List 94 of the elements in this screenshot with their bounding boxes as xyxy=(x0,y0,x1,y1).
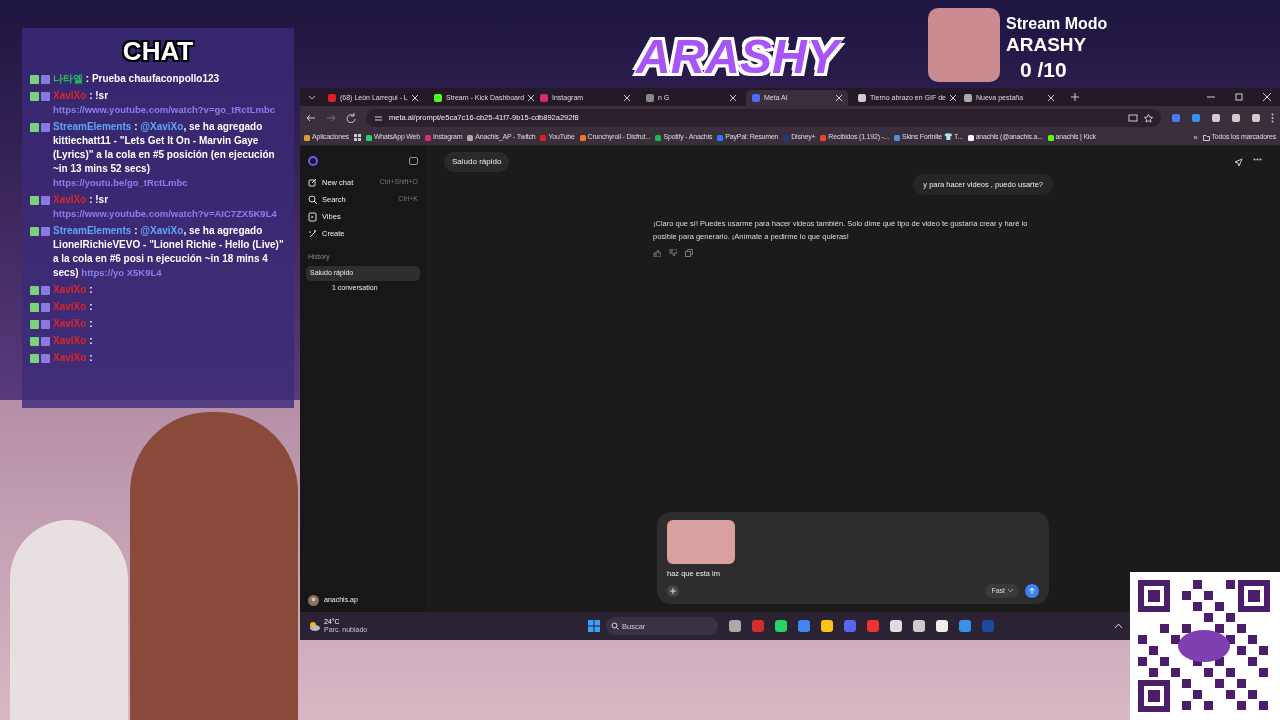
apps-grid-icon[interactable] xyxy=(353,134,361,141)
goal-counter: 0 /10 xyxy=(1019,57,1068,83)
badge-icon xyxy=(30,286,50,295)
new-tab-icon[interactable] xyxy=(1070,92,1080,102)
copy-icon[interactable] xyxy=(685,249,693,258)
stream-mode-label: Stream Modo xyxy=(1006,14,1108,34)
site-icon xyxy=(646,94,654,102)
close-icon[interactable] xyxy=(730,95,736,101)
badge-icon xyxy=(30,320,50,329)
restore-icon[interactable] xyxy=(1234,92,1244,102)
badge-icon xyxy=(30,196,50,205)
close-icon[interactable] xyxy=(624,95,630,101)
site-icon xyxy=(365,134,372,141)
chevron-up-icon[interactable] xyxy=(1115,624,1122,628)
thumbs-down-icon[interactable] xyxy=(669,249,677,258)
site-icon xyxy=(1047,134,1054,141)
chat-message: XaviXo : xyxy=(53,283,94,297)
back-icon[interactable] xyxy=(306,113,316,123)
chat-title: CHAT xyxy=(121,35,195,68)
close-icon[interactable] xyxy=(950,95,956,101)
site-icon xyxy=(858,94,866,102)
site-icon xyxy=(328,94,336,102)
badge-icon xyxy=(30,75,50,84)
add-icon[interactable] xyxy=(667,584,679,597)
star-icon[interactable] xyxy=(1144,113,1153,123)
more-icon[interactable] xyxy=(1271,113,1274,123)
site-icon xyxy=(434,94,442,102)
more-icon[interactable] xyxy=(1253,157,1262,161)
app-icon[interactable] xyxy=(936,620,948,632)
avatar-icon[interactable] xyxy=(308,595,319,606)
weather-icon[interactable] xyxy=(308,621,320,631)
image-placeholder xyxy=(667,520,735,565)
start-icon[interactable] xyxy=(588,620,600,632)
close-icon[interactable] xyxy=(528,95,535,101)
site-icon xyxy=(752,94,760,102)
site-icon xyxy=(893,134,900,141)
sparkle-wand-icon xyxy=(308,228,317,239)
more-bookmarks-button[interactable]: » xyxy=(1193,131,1198,144)
close-icon[interactable] xyxy=(1262,92,1272,102)
site-settings-icon[interactable] xyxy=(374,113,383,123)
site-icon xyxy=(783,134,790,141)
close-icon[interactable] xyxy=(1048,95,1054,101)
chevron-down-icon xyxy=(1008,589,1013,593)
chat-message: XaviXo : xyxy=(53,351,94,365)
badge-icon xyxy=(30,354,50,363)
chat-link[interactable]: https://www.youtube.com/watch?v=go_tRctLmbc xyxy=(53,104,276,115)
new-chat-icon xyxy=(308,177,317,188)
site-icon xyxy=(967,134,974,141)
folder-icon xyxy=(1202,134,1210,141)
close-icon[interactable] xyxy=(412,95,418,101)
chat-message: XaviXo : xyxy=(53,300,94,314)
chat-message: XaviXo : !sr https://www.youtube.com/watch?v=go_tRctLmbc xyxy=(53,89,277,117)
meta-ai-logo-icon[interactable] xyxy=(308,156,318,166)
badge-icon xyxy=(30,337,50,346)
site-icon xyxy=(579,134,586,141)
close-icon[interactable] xyxy=(836,95,842,101)
chat-link[interactable]: https://www.youtube.com/watch?v=AIC7ZX5K9L4 xyxy=(53,208,277,219)
badge-icon xyxy=(30,123,50,132)
search-icon xyxy=(611,622,619,630)
stream-mode-name: ARASHY xyxy=(1006,34,1088,56)
reload-icon[interactable] xyxy=(346,113,356,123)
app-icon[interactable] xyxy=(959,620,971,632)
site-icon xyxy=(304,134,310,141)
chat-message: StreamElements : @XaviXo, se ha agregado LionelRichieVEVO - "Lionel Richie - Hello (Live)" a la cola en #6 posi n ejecución ~in 18 mins 4 secs) https://yo X5K9L4 xyxy=(53,224,285,280)
forward-icon[interactable] xyxy=(326,113,336,123)
send-icon[interactable] xyxy=(1025,583,1039,598)
sidebar-toggle-icon[interactable] xyxy=(409,157,418,165)
site-icon xyxy=(964,94,972,102)
badge-icon xyxy=(30,303,50,312)
conversation-title[interactable]: Saludo rápido xyxy=(444,152,510,172)
app-icon[interactable] xyxy=(729,620,741,632)
app-icon[interactable] xyxy=(890,620,902,632)
chat-link[interactable]: https://yo X5K9L4 xyxy=(81,267,162,278)
site-icon xyxy=(717,134,724,141)
chat-message: XaviXo : xyxy=(53,317,94,331)
site-icon xyxy=(540,134,547,141)
share-icon[interactable] xyxy=(1234,157,1243,167)
cast-icon[interactable] xyxy=(1128,113,1138,123)
play-icon xyxy=(308,211,317,222)
chat-message: XaviXo : xyxy=(53,334,94,348)
site-icon xyxy=(655,134,662,141)
site-icon xyxy=(540,94,548,102)
badge-icon xyxy=(30,92,50,101)
app-icon[interactable] xyxy=(775,620,787,632)
site-icon xyxy=(820,134,827,141)
app-icon[interactable] xyxy=(821,620,833,632)
site-icon xyxy=(425,134,431,141)
badge-icon xyxy=(30,227,50,236)
app-icon[interactable] xyxy=(913,620,925,632)
site-icon xyxy=(467,134,474,141)
search-icon xyxy=(308,194,317,205)
chat-message: 나타엘 : Prueba chaufaconpollo123 xyxy=(53,72,221,86)
thumbs-up-icon[interactable] xyxy=(653,249,661,258)
chat-message: XaviXo : !sr https://www.youtube.com/watch?v=AIC7ZX5K9L4 xyxy=(53,193,278,221)
